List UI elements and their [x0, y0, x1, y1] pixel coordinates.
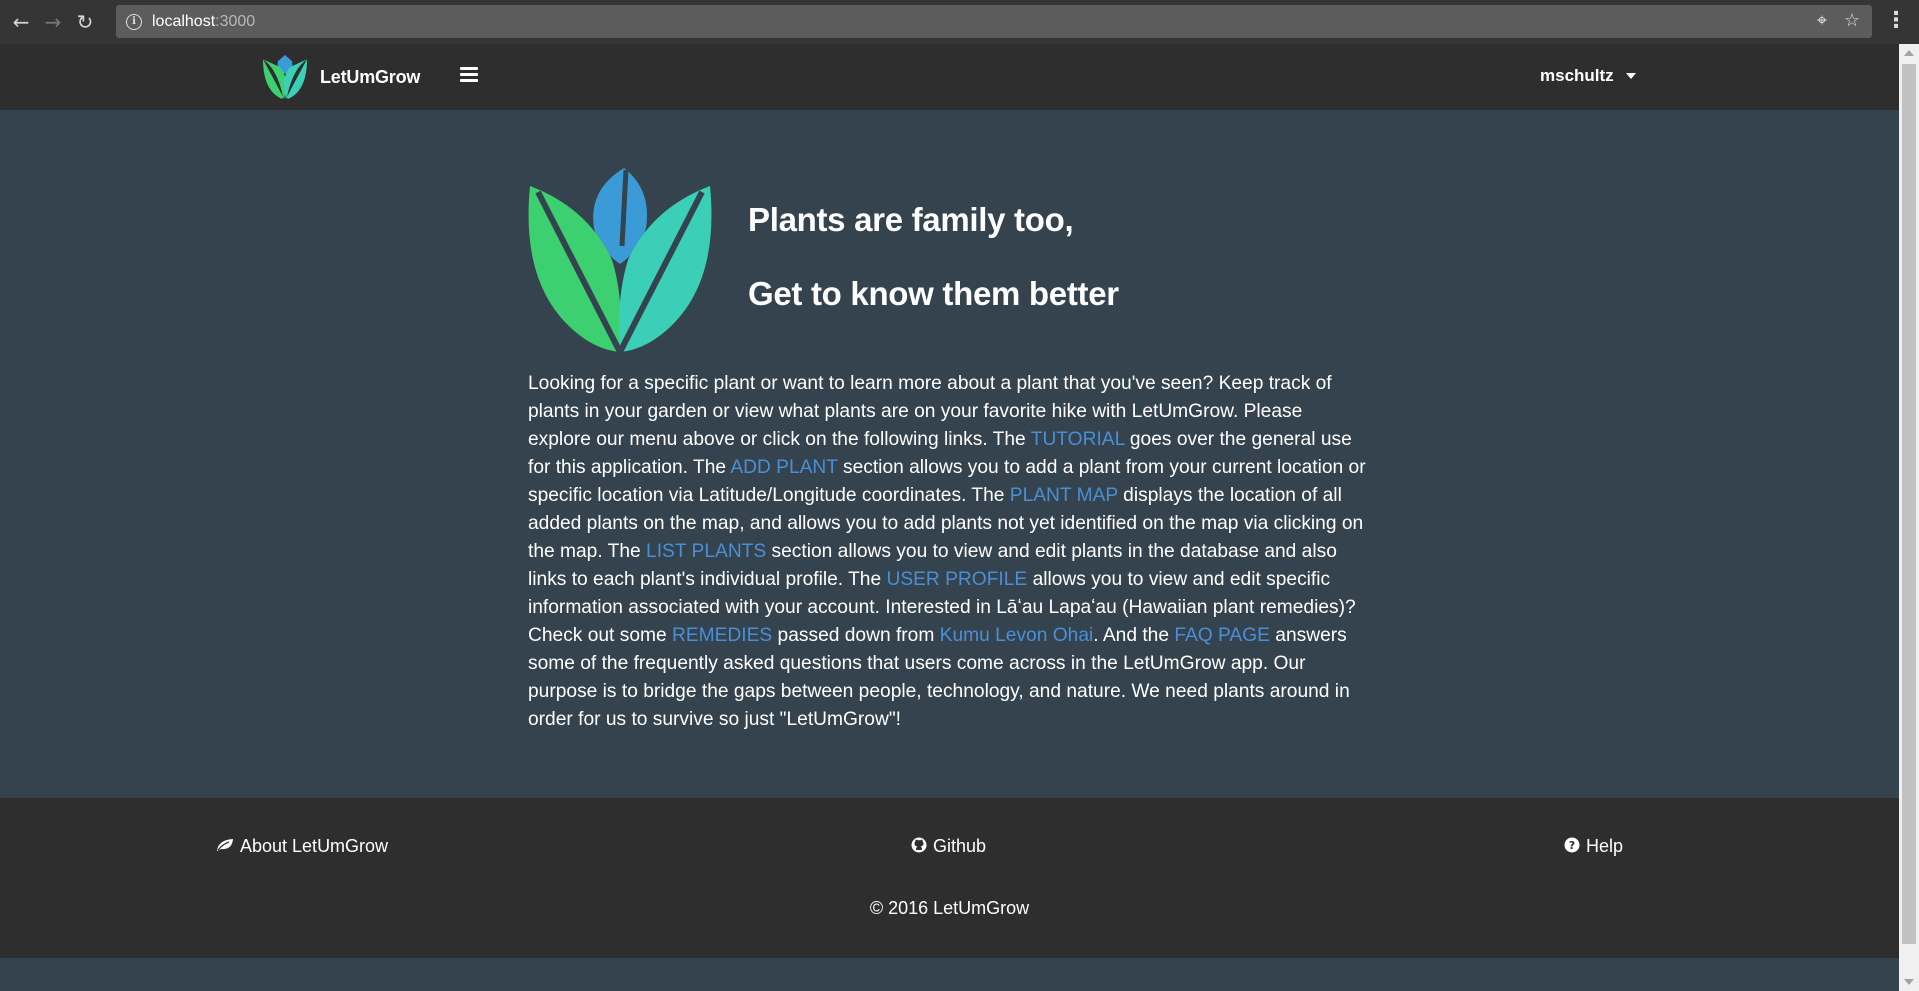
- bookmark-star-icon[interactable]: ☆: [1842, 11, 1862, 31]
- url-port: :3000: [215, 12, 256, 30]
- faq-link[interactable]: FAQ PAGE: [1174, 625, 1270, 646]
- github-label: Github: [933, 836, 987, 856]
- hero-title-line2: Get to know them better: [748, 275, 1119, 312]
- intro-text: passed down from: [772, 625, 940, 646]
- hero-section: Plants are family too, Get to know them …: [528, 168, 1119, 352]
- copyright: © 2016 LetUmGrow: [869, 898, 1030, 918]
- back-icon[interactable]: ←: [10, 11, 32, 33]
- help-link[interactable]: ? Help: [1564, 836, 1623, 857]
- add-plant-link[interactable]: ADD PLANT: [730, 457, 837, 478]
- browser-menu-icon[interactable]: ⋮: [1885, 8, 1907, 34]
- leaf-logo-icon: [528, 168, 712, 352]
- user-dropdown[interactable]: mschultz: [1540, 66, 1636, 86]
- address-bar[interactable]: i localhost:3000 ⌖ ☆: [116, 5, 1872, 38]
- caret-down-icon: [1625, 73, 1636, 79]
- forward-icon[interactable]: →: [42, 11, 64, 33]
- url-text: localhost:3000: [152, 13, 255, 31]
- main-content: Plants are family too, Get to know them …: [0, 110, 1899, 798]
- kumu-link[interactable]: Kumu Levon Ohai: [940, 625, 1094, 646]
- scroll-up-icon[interactable]: [1904, 50, 1914, 56]
- github-link[interactable]: Github: [911, 836, 986, 857]
- app-navbar: LetUmGrow mschultz: [0, 44, 1899, 110]
- scroll-thumb[interactable]: [1902, 64, 1916, 944]
- leaf-icon: [216, 838, 234, 856]
- help-label: Help: [1586, 836, 1624, 856]
- brand-name: LetUmGrow: [320, 66, 421, 87]
- logo-icon: [263, 55, 307, 99]
- bottom-band: [0, 958, 1899, 991]
- url-host: localhost: [152, 12, 216, 30]
- scroll-down-icon[interactable]: [1904, 979, 1914, 985]
- hamburger-menu-icon[interactable]: [460, 67, 478, 83]
- reload-icon[interactable]: ↻: [74, 11, 96, 33]
- intro-text: . And the: [1093, 625, 1175, 646]
- user-name: mschultz: [1540, 66, 1614, 85]
- footer: About LetUmGrow Github ? Help © 2016 Let…: [0, 798, 1899, 958]
- github-icon: [911, 837, 927, 857]
- brand-link[interactable]: LetUmGrow: [262, 55, 420, 99]
- hero-title-line1: Plants are family too,: [748, 201, 1074, 238]
- about-label: About LetUmGrow: [240, 836, 389, 856]
- about-link[interactable]: About LetUmGrow: [216, 836, 388, 857]
- user-profile-link[interactable]: USER PROFILE: [886, 569, 1027, 590]
- remedies-link[interactable]: REMEDIES: [672, 625, 772, 646]
- plant-map-link[interactable]: PLANT MAP: [1010, 485, 1118, 506]
- list-plants-link[interactable]: LIST PLANTS: [646, 541, 766, 562]
- location-icon[interactable]: ⌖: [1812, 11, 1832, 31]
- page-scrollbar[interactable]: [1899, 44, 1919, 991]
- svg-text:?: ?: [1569, 839, 1575, 852]
- tutorial-link[interactable]: TUTORIAL: [1031, 429, 1125, 450]
- intro-paragraph: Looking for a specific plant or want to …: [528, 370, 1370, 734]
- info-icon[interactable]: i: [126, 13, 142, 30]
- question-circle-icon: ?: [1564, 837, 1580, 857]
- browser-toolbar: ← → ↻ i localhost:3000 ⌖ ☆ ⋮: [0, 0, 1919, 44]
